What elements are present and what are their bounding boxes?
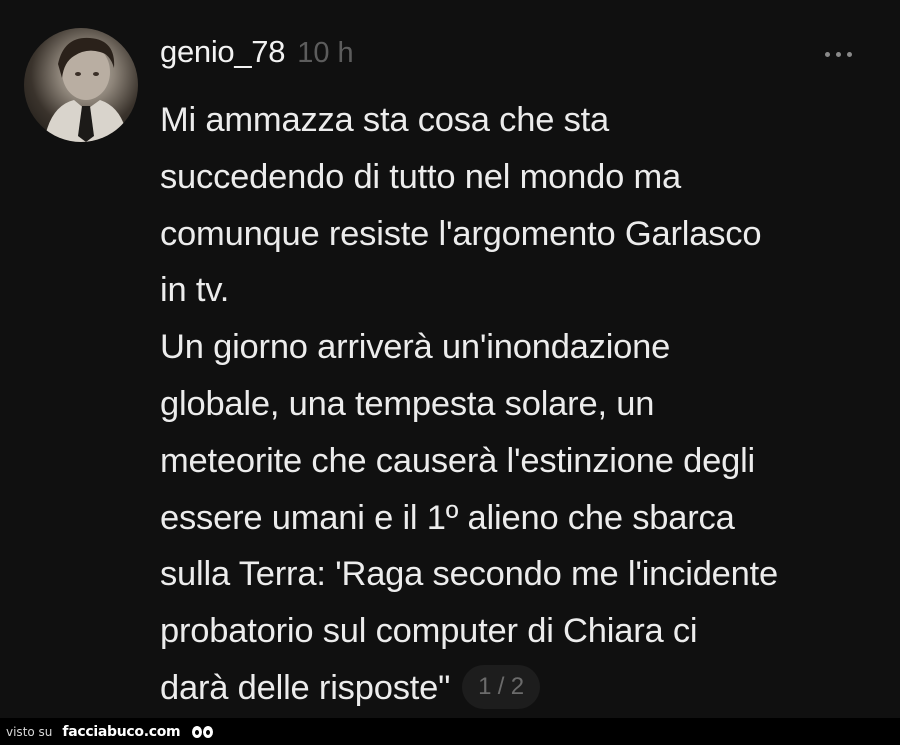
eye-icon	[192, 725, 203, 738]
page-indicator[interactable]: 1 / 2	[462, 664, 540, 709]
text-line: succedendo di tutto nel mondo ma	[160, 157, 682, 196]
username[interactable]: genio_78	[160, 34, 285, 70]
eyes-logo-icon	[192, 725, 214, 738]
timestamp: 10 h	[297, 37, 354, 69]
dot	[824, 51, 830, 57]
text-line-last: darà delle risposte" 1 / 2	[160, 660, 890, 717]
text-line: meteorite che causerà l'estinzione degli	[160, 441, 756, 480]
text-line: in tv.	[160, 271, 230, 310]
footer-prefix: visto su	[6, 724, 53, 739]
comment-text: Mi ammazza sta cosa che sta succedendo d…	[160, 92, 890, 717]
watermark-footer: visto su facciabuco.com	[0, 718, 900, 745]
text-line: essere umani e il 1º alieno che sbarca	[160, 498, 735, 537]
comment-post: genio_78 10 h Mi ammazza sta cosa che st…	[0, 0, 900, 718]
footer-brand: facciabuco.com	[62, 723, 181, 740]
more-options-icon[interactable]	[812, 40, 864, 68]
post-header: genio_78 10 h	[160, 34, 354, 78]
text-line: comunque resiste l'argomento Garlasco	[160, 214, 762, 253]
eye-icon	[203, 725, 214, 738]
avatar[interactable]	[24, 28, 138, 142]
text-line: sulla Terra: 'Raga secondo me l'incident…	[160, 555, 779, 594]
text-line: globale, una tempesta solare, un	[160, 384, 655, 423]
text-line: probatorio sul computer di Chiara ci	[160, 612, 698, 651]
dot	[846, 51, 852, 57]
text-line: darà delle risposte"	[160, 668, 451, 707]
text-line: Un giorno arriverà un'inondazione	[160, 328, 671, 367]
text-line: Mi ammazza sta cosa che sta	[160, 101, 610, 139]
dot	[835, 51, 841, 57]
